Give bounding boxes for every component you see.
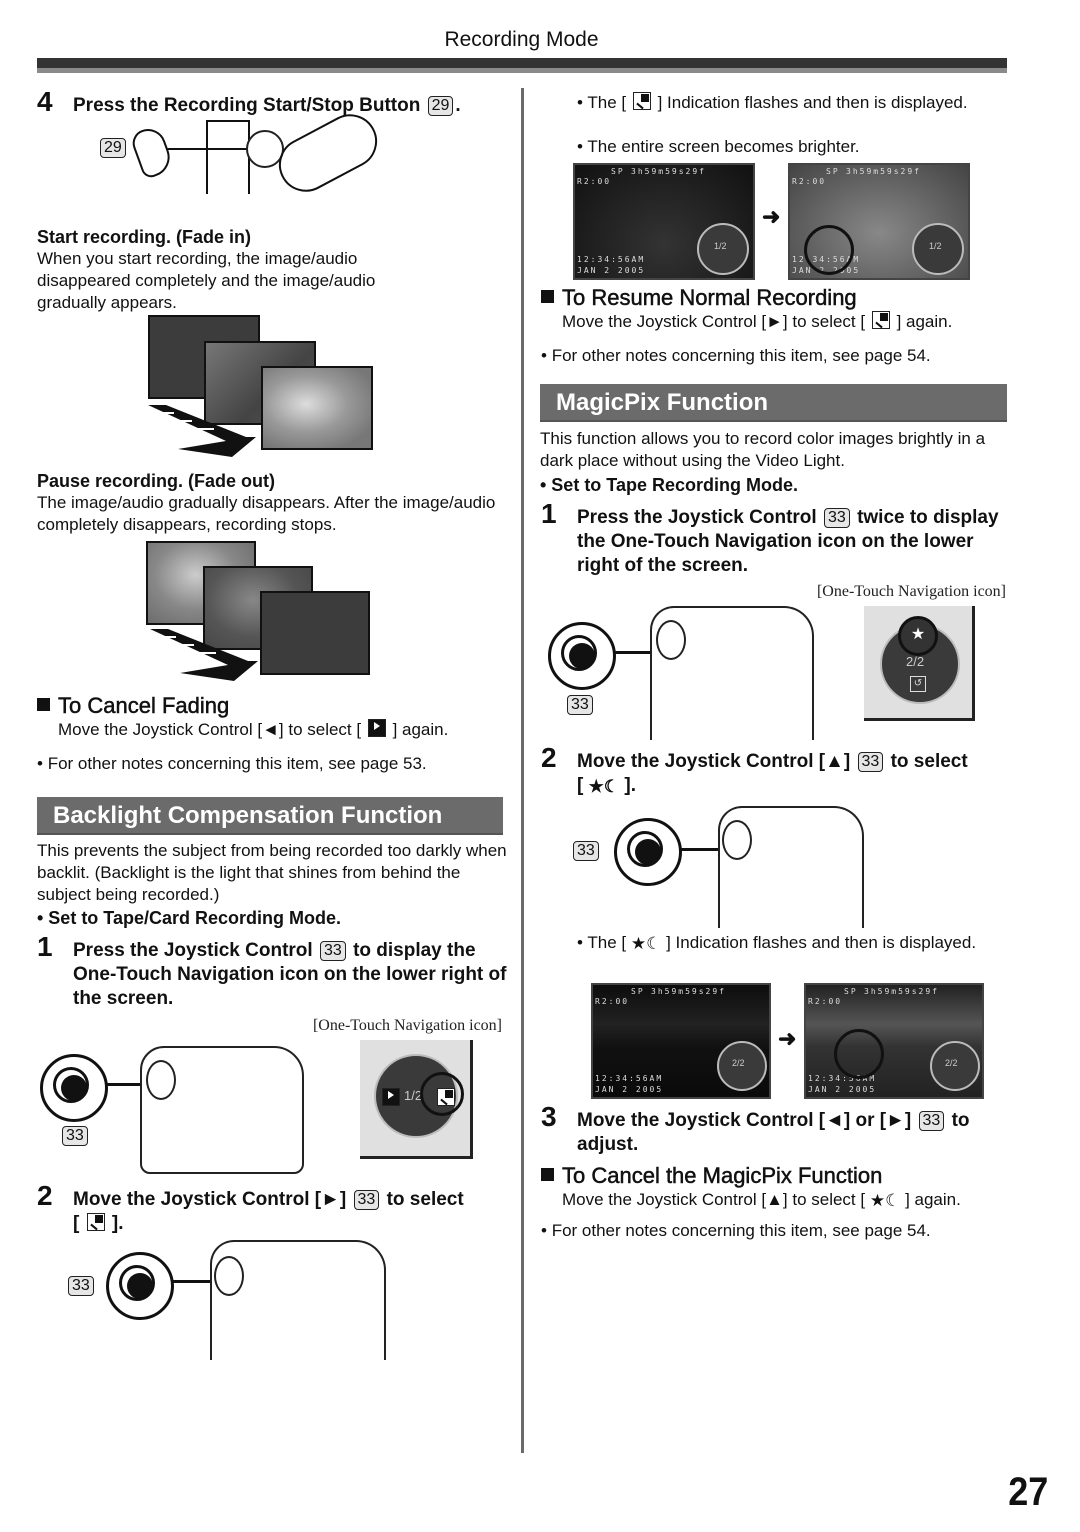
fade-in-body: When you start recording, the image/audi… — [37, 249, 376, 312]
cancel-magicpix-body: Move the Joystick Control [▲] to select … — [562, 1190, 961, 1210]
record-button-illustration: 29 — [96, 104, 387, 216]
navigation-circle: 2/2 — [717, 1041, 767, 1091]
lcd-screen-after: 3h59m59s29f SP R2:00 12:34:56AM JAN 2 20… — [788, 163, 970, 280]
step-number: 1 — [541, 498, 557, 529]
joystick-icon — [548, 622, 616, 690]
backlight-icon — [632, 92, 651, 110]
joystick-icon — [40, 1054, 108, 1122]
header-rule — [37, 58, 1007, 68]
navigation-circle: 1/2 — [697, 223, 749, 275]
joystick-icon — [614, 818, 682, 886]
ref-badge: 33 — [918, 1111, 945, 1131]
otn-page: 2/2 — [906, 654, 925, 669]
otn-icon-panel: ★ 2/2 ↺ — [864, 606, 975, 721]
ref-badge: 29 — [100, 138, 126, 158]
magicpix-step-2: 2 Move the Joystick Control [▲] 33 to se… — [541, 744, 1011, 799]
hand-strap — [269, 104, 387, 202]
ref-badge: 33 — [353, 1190, 380, 1210]
header-rule-shadow — [37, 68, 1007, 73]
frame-dark — [260, 591, 370, 675]
otn-icon-panel: 1/2 — [360, 1040, 473, 1159]
square-bullet-icon — [541, 290, 554, 303]
backlight-step-2: 2 Move the Joystick Control [►] 33 to se… — [37, 1180, 464, 1235]
fade-in-illustration — [146, 315, 376, 457]
ref-badge: 33 — [573, 841, 599, 861]
magicpix-icon: ★ — [898, 616, 938, 656]
step-suffix: . — [455, 95, 461, 116]
ref-badge: 33 — [68, 1276, 94, 1296]
column-divider — [521, 88, 524, 1453]
section-band-magicpix: MagicPix Function — [540, 384, 1007, 422]
magicpix-note: • The [ ★☾ ] Indication flashes and then… — [577, 933, 977, 953]
magicpix-icon: ★☾ — [588, 777, 620, 796]
step-number: 4 — [37, 86, 53, 117]
square-bullet-icon — [541, 1168, 554, 1181]
lcd-screen-before: 3h59m59s29f SP R2:00 12:34:56AM JAN 2 20… — [573, 163, 755, 280]
magicpix-step-1: 1 Press the Joystick Control 33 twice to… — [541, 498, 999, 577]
ref-badge: 33 — [62, 1126, 88, 1146]
note-page-54: • For other notes concerning this item, … — [541, 346, 931, 365]
frame-lion — [261, 366, 373, 450]
magicpix-mode: • Set to Tape Recording Mode. — [540, 475, 798, 495]
fade-in-heading: Start recording. (Fade in) — [37, 227, 252, 247]
magicpix-step-3: 3 Move the Joystick Control [◄] or [►] 3… — [541, 1101, 970, 1156]
square-bullet-icon — [37, 698, 50, 711]
navigation-circle: 2/2 — [930, 1041, 980, 1091]
magicpix-intro: This function allows you to record color… — [540, 429, 986, 470]
selection-ring — [834, 1029, 884, 1079]
joystick-icon — [106, 1252, 174, 1320]
step-number: 3 — [541, 1101, 557, 1132]
fade-out-heading: Pause recording. (Fade out) — [37, 471, 276, 491]
backlight-note-2: • The entire screen becomes brighter. — [577, 137, 860, 156]
cancel-fading-heading: To Cancel Fading — [37, 693, 229, 719]
otn-caption: [One-Touch Navigation icon] — [816, 583, 1006, 600]
arrow-right-icon: ➜ — [778, 1026, 797, 1051]
page-number: 27 — [1007, 1470, 1048, 1514]
section-title: Recording Mode — [444, 28, 599, 51]
ref-badge: 33 — [823, 508, 850, 528]
backlight-step-1: 1 Press the Joystick Control 33 to displ… — [37, 931, 507, 1010]
backlight-mode: • Set to Tape/Card Recording Mode. — [37, 908, 341, 928]
step-text: Press the Recording Start/Stop Button — [73, 95, 421, 116]
arrow-right-icon: ➜ — [762, 204, 781, 229]
ref-badge: 33 — [567, 695, 593, 715]
backlight-intro: This prevents the subject from being rec… — [37, 841, 507, 904]
step-number: 2 — [541, 742, 557, 773]
navigation-circle: 1/2 — [912, 223, 964, 275]
lcd-screen-before: 3h59m59s29f SP R2:00 12:34:56AM JAN 2 20… — [591, 983, 771, 1099]
note-page-53: • For other notes concerning this item, … — [37, 754, 427, 773]
note-page-54: • For other notes concerning this item, … — [541, 1221, 931, 1240]
fade-arrow-icon — [150, 629, 258, 681]
record-button-icon — [128, 123, 176, 181]
otn-caption: [One-Touch Navigation icon] — [312, 1017, 502, 1034]
camcorder-side — [206, 120, 250, 194]
ref-badge: 33 — [319, 941, 346, 961]
step-number: 2 — [37, 1180, 53, 1211]
section-band-backlight: Backlight Compensation Function — [37, 797, 503, 835]
fade-out-illustration — [146, 541, 376, 681]
cancel-fading-body: Move the Joystick Control [◄] to select … — [58, 719, 449, 739]
resume-heading: To Resume Normal Recording — [541, 285, 857, 311]
backlight-note-1: • The [ ] Indication flashes and then is… — [577, 92, 968, 112]
magicpix-icon: ★☾ — [869, 1191, 901, 1210]
cancel-magicpix-heading: To Cancel the MagicPix Function — [541, 1163, 883, 1189]
resume-body: Move the Joystick Control [►] to select … — [562, 311, 953, 331]
fade-icon — [367, 719, 386, 737]
lcd-screen-after: 3h59m59s29f SP R2:00 12:34:56AM JAN 2 20… — [804, 983, 984, 1099]
step-number: 1 — [37, 931, 53, 962]
backlight-icon — [86, 1213, 105, 1231]
selection-ring — [420, 1072, 464, 1116]
ref-badge: 29 — [427, 96, 454, 116]
fade-icon — [382, 1088, 400, 1106]
step-4: 4 Press the Recording Start/Stop Button … — [37, 88, 507, 118]
fade-out-body: The image/audio gradually disappears. Af… — [37, 493, 496, 534]
ref-badge: 33 — [857, 752, 884, 772]
return-icon: ↺ — [910, 676, 926, 692]
selection-ring — [804, 225, 854, 275]
magicpix-icon: ★☾ — [630, 934, 662, 953]
backlight-icon — [871, 311, 890, 329]
fade-arrow-icon — [148, 405, 256, 457]
